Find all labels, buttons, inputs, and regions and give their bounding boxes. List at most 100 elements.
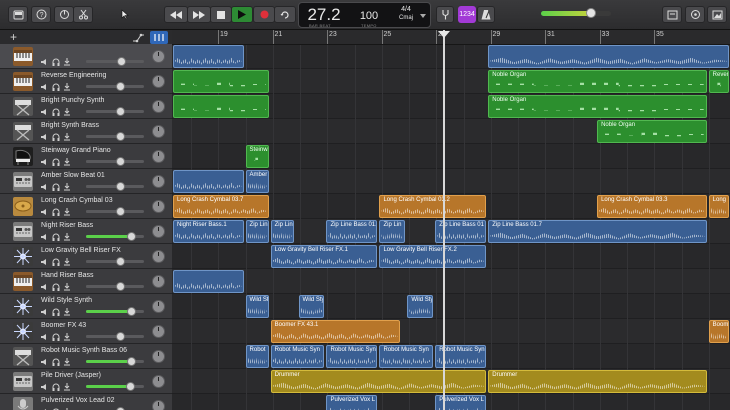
track-volume-knob[interactable] [115,282,125,291]
region[interactable] [173,170,244,193]
notepad-button[interactable] [662,6,682,23]
mute-icon[interactable] [41,133,49,141]
headphones-icon[interactable] [52,283,60,291]
tuner-button[interactable] [436,6,454,23]
download-icon[interactable] [63,207,71,216]
track-volume-knob[interactable] [115,182,125,191]
track-volume-slider[interactable] [86,132,144,141]
download-icon[interactable] [63,107,71,116]
track-header[interactable]: Wild Style Synth [0,294,172,319]
headphones-icon[interactable] [52,258,60,266]
region[interactable]: Robot Music Syn [326,345,378,368]
pan-knob[interactable] [152,350,165,363]
lcd-display[interactable]: 27.2 BAR BEAT 100 TEMPO 4/4 Cmaj [298,2,431,28]
track-volume-slider[interactable] [86,207,144,216]
mute-icon[interactable] [41,333,49,341]
region[interactable]: Boome [708,320,729,343]
track-volume-knob[interactable] [115,132,125,141]
track-volume-slider[interactable] [86,232,144,241]
mute-icon[interactable] [41,258,49,266]
region[interactable]: Noble Organ [488,70,707,93]
region[interactable] [173,270,244,293]
region[interactable]: Zip Lin [270,220,294,243]
track-volume-knob[interactable] [115,257,125,266]
track-volume-slider[interactable] [86,357,144,366]
pan-knob[interactable] [152,175,165,188]
track-volume-knob[interactable] [115,157,125,166]
metronome-button[interactable] [477,6,495,23]
download-icon[interactable] [63,132,71,141]
playhead[interactable] [443,30,445,410]
pan-knob[interactable] [152,200,165,213]
stop-button[interactable] [210,6,232,23]
track-lane[interactable] [172,269,730,294]
region[interactable]: Wild Styl [298,295,325,318]
track-volume-slider[interactable] [86,282,144,291]
download-icon[interactable] [63,282,71,291]
track-volume-slider[interactable] [86,182,144,191]
headphones-icon[interactable] [52,383,60,391]
track-name[interactable]: Amber Slow Beat 01 [41,172,105,179]
region[interactable] [488,45,729,68]
track-header[interactable]: Bright Synth Brass [0,119,172,144]
track-name[interactable]: Boomer FX 43 [41,322,86,329]
track-name[interactable]: Night Riser Bass [41,222,93,229]
track-volume-knob[interactable] [126,382,136,391]
pan-knob[interactable] [152,400,165,410]
count-in-button[interactable]: 1234 [458,6,476,23]
mute-icon[interactable] [41,383,49,391]
cycle-button[interactable] [274,6,296,23]
track-volume-slider[interactable] [86,82,144,91]
download-icon[interactable] [63,382,71,391]
region[interactable]: Long Crash Cymbal 03.7 [173,195,269,218]
region[interactable] [173,70,269,93]
region[interactable]: Zip Line Bass 01.7 [488,220,707,243]
region[interactable]: Zip Lin [379,220,406,243]
track-header[interactable]: Long Crash Cymbal 03 [0,194,172,219]
track-header[interactable] [0,44,172,69]
pan-knob[interactable] [152,50,165,63]
download-icon[interactable] [63,357,71,366]
pan-knob[interactable] [152,375,165,388]
pan-knob[interactable] [152,125,165,138]
add-track-button[interactable]: + [10,31,17,44]
track-volume-slider[interactable] [86,332,144,341]
region[interactable]: Noble Organ [597,120,707,143]
region[interactable]: Pulverized Vox L [326,395,378,410]
track-volume-knob[interactable] [115,207,125,216]
track-volume-knob[interactable] [115,82,125,91]
region[interactable]: Low Gravity Bell Riser FX.1 [270,245,378,268]
track-volume-slider[interactable] [86,307,144,316]
mute-icon[interactable] [41,183,49,191]
master-volume-knob[interactable] [586,8,597,18]
track-header[interactable]: Amber Slow Beat 01 [0,169,172,194]
region[interactable]: Drummer [488,370,707,393]
pan-knob[interactable] [152,75,165,88]
track-volume-slider[interactable] [86,157,144,166]
track-name[interactable]: Low Gravity Bell Riser FX [41,247,121,254]
track-volume-knob[interactable] [115,107,125,116]
mute-icon[interactable] [41,283,49,291]
pan-knob[interactable] [152,100,165,113]
headphones-icon[interactable] [52,308,60,316]
region[interactable]: Long Crash Cymbal 03.2 [379,195,487,218]
download-icon[interactable] [63,257,71,266]
mute-icon[interactable] [41,358,49,366]
pan-knob[interactable] [152,275,165,288]
pan-knob[interactable] [152,225,165,238]
timeline-ruler[interactable]: 19 21 23 25 27 29 31 33 35 [172,30,730,45]
headphones-icon[interactable] [52,233,60,241]
mute-icon[interactable] [41,83,49,91]
track-volume-knob[interactable] [127,307,137,316]
track-header[interactable]: Low Gravity Bell Riser FX [0,244,172,269]
track-header[interactable]: Boomer FX 43 [0,319,172,344]
region[interactable]: Long [708,195,729,218]
track-header[interactable]: Pulverized Vox Lead 02 [0,394,172,410]
mute-icon[interactable] [41,208,49,216]
download-icon[interactable] [63,332,71,341]
download-icon[interactable] [63,182,71,191]
master-volume-slider[interactable] [541,8,611,18]
region[interactable] [173,45,244,68]
download-icon[interactable] [63,157,71,166]
region[interactable]: Reverse [708,70,729,93]
